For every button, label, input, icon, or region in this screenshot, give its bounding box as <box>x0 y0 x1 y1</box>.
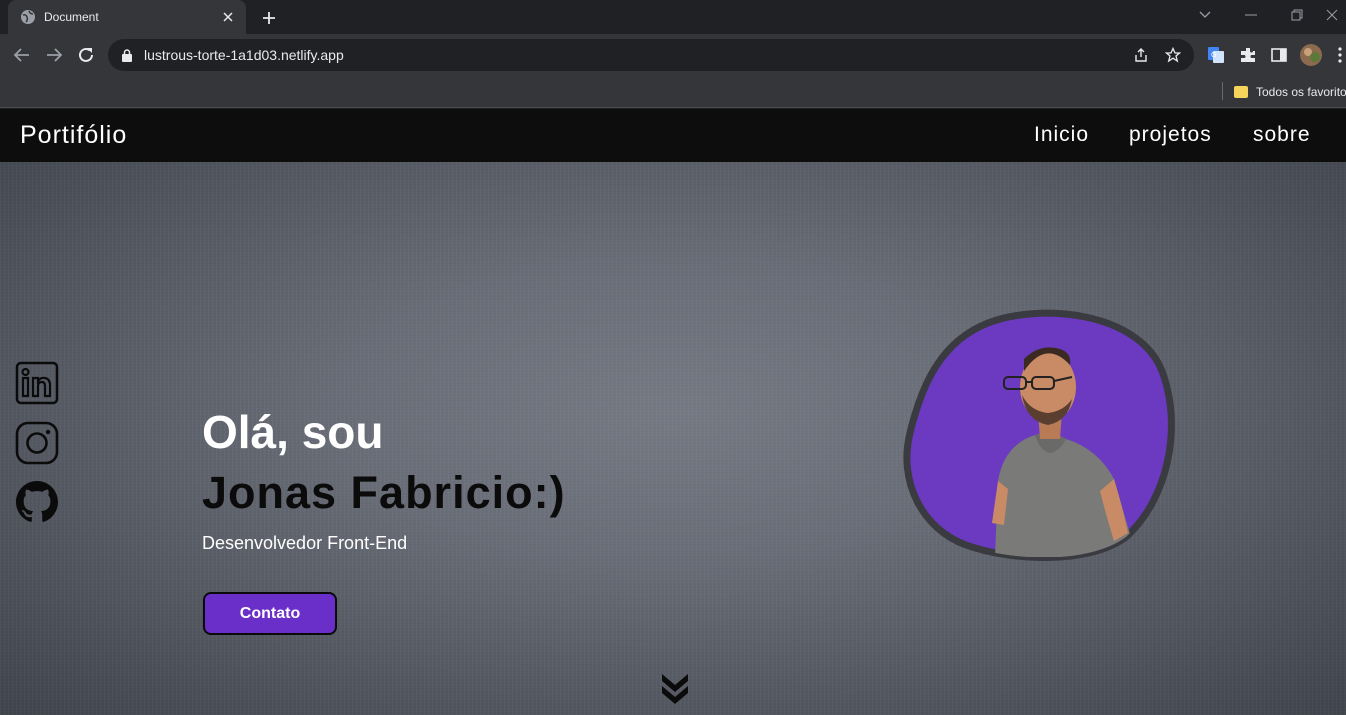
profile-avatar[interactable] <box>1300 44 1322 66</box>
close-window-icon[interactable] <box>1318 0 1346 30</box>
github-icon[interactable] <box>15 480 59 524</box>
hero-section: Olá, sou Jonas Fabricio:) Desenvolvedor … <box>0 162 1346 715</box>
browser-tab[interactable]: Document <box>8 0 246 34</box>
greeting-line-1: Olá, sou <box>202 406 384 458</box>
greeting-name: Jonas Fabricio:) <box>202 467 566 518</box>
close-tab-icon[interactable] <box>220 9 236 25</box>
forward-icon[interactable] <box>42 43 66 67</box>
google-translate-icon[interactable]: G <box>1205 44 1227 66</box>
globe-icon <box>20 9 36 25</box>
tab-search-icon[interactable] <box>1182 0 1228 30</box>
minimize-icon[interactable] <box>1228 0 1274 30</box>
restore-icon[interactable] <box>1274 0 1320 30</box>
profile-photo <box>900 309 1175 561</box>
all-bookmarks-label: Todos os favoritos <box>1256 85 1346 99</box>
url-text[interactable]: lustrous-torte-1a1d03.netlify.app <box>144 47 1130 63</box>
menu-icon[interactable] <box>1334 44 1346 66</box>
linkedin-icon[interactable] <box>15 361 59 405</box>
nav-inicio[interactable]: Inicio <box>1034 123 1089 147</box>
browser-tab-strip: Document <box>0 0 1346 34</box>
share-icon[interactable] <box>1130 44 1152 66</box>
nav-sobre[interactable]: sobre <box>1253 123 1311 147</box>
back-icon[interactable] <box>10 43 34 67</box>
reload-icon[interactable] <box>74 43 98 67</box>
tab-title: Document <box>44 10 99 24</box>
svg-text:G: G <box>1211 51 1216 59</box>
web-page: Portifólio Inicio projetos sobre Olá, so… <box>0 109 1346 715</box>
job-title: Desenvolvedor Front-End <box>202 533 408 553</box>
address-bar[interactable]: lustrous-torte-1a1d03.netlify.app <box>108 39 1194 71</box>
folder-icon <box>1234 86 1248 98</box>
new-tab-button[interactable] <box>258 7 280 29</box>
nav-projetos[interactable]: projetos <box>1129 123 1212 147</box>
chevron-double-down-icon[interactable] <box>657 670 693 706</box>
bookmarks-divider <box>1222 82 1223 100</box>
contact-button[interactable]: Contato <box>203 592 337 635</box>
lock-icon[interactable] <box>120 48 134 62</box>
brand-logo[interactable]: Portifólio <box>20 121 127 150</box>
bookmarks-bar: Todos os favoritos <box>0 76 1346 108</box>
site-header: Portifólio Inicio projetos sobre <box>0 109 1346 162</box>
side-panel-icon[interactable] <box>1268 44 1290 66</box>
browser-toolbar: lustrous-torte-1a1d03.netlify.app G <box>0 34 1346 76</box>
instagram-icon[interactable] <box>15 421 59 465</box>
bookmark-star-icon[interactable] <box>1162 44 1184 66</box>
all-bookmarks-button[interactable]: Todos os favoritos <box>1234 82 1346 102</box>
extensions-icon[interactable] <box>1237 44 1259 66</box>
